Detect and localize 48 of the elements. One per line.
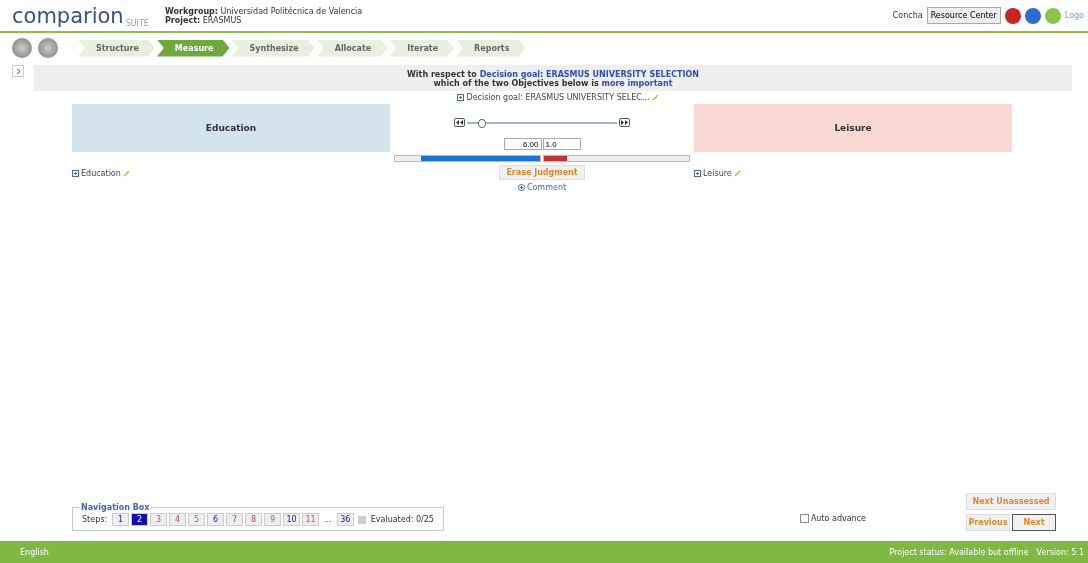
auto-advance-label: Auto advance xyxy=(810,514,866,523)
navigation-title: Navigation Box xyxy=(80,503,151,512)
step-button[interactable]: 11 xyxy=(302,513,320,526)
resource-center-button[interactable]: Resource Center xyxy=(926,7,1001,24)
right-value-field[interactable]: 1.0 xyxy=(542,138,581,150)
expand-icon[interactable] xyxy=(457,94,465,101)
education-link[interactable]: Education xyxy=(81,168,121,178)
workflow-tab[interactable]: Reports xyxy=(456,39,526,57)
rewind-button[interactable] xyxy=(454,118,465,127)
evaluated-count: Evaluated: 0/25 xyxy=(370,515,434,524)
step-button[interactable]: 5 xyxy=(188,513,206,526)
project-status: Project status: Available but offline xyxy=(889,547,1029,557)
expand-icon[interactable] xyxy=(72,169,79,177)
step-button[interactable]: 36 xyxy=(336,513,354,526)
step-button[interactable]: 10 xyxy=(283,513,301,526)
slider-thumb[interactable] xyxy=(478,118,486,128)
step-button[interactable]: 3 xyxy=(150,513,168,526)
logout-link[interactable]: Logo xyxy=(1064,11,1084,20)
comment-link[interactable]: Comment xyxy=(526,183,567,192)
workgroup-text: Workgroup: Universidad Politécnica de Valencia xyxy=(164,6,363,16)
workflow-tab[interactable]: Measure xyxy=(156,39,230,57)
expand-icon[interactable] xyxy=(694,169,701,177)
goal-link[interactable]: Decision goal: ERASMUS UNIVERSITY SELEC... xyxy=(466,93,650,102)
step-button[interactable]: 4 xyxy=(169,513,187,526)
workflow-tab[interactable]: Iterate xyxy=(389,39,455,57)
right-objective-card[interactable]: Leisure xyxy=(694,104,1012,152)
project-text: Project: ERASMUS xyxy=(164,15,243,25)
left-objective-card[interactable]: Education xyxy=(72,104,390,152)
auto-advance-checkbox[interactable] xyxy=(799,514,809,523)
step-button[interactable]: 6 xyxy=(207,513,225,526)
leisure-link[interactable]: Leisure xyxy=(703,168,732,178)
step-button[interactable]: 2 xyxy=(131,513,149,526)
user-name: Concha xyxy=(892,11,923,20)
workflow-tab[interactable]: Structure xyxy=(78,39,155,57)
workflow-tab[interactable]: Allocate xyxy=(316,39,388,57)
left-value-field[interactable]: 6.00 xyxy=(503,138,542,150)
language-text: English xyxy=(20,547,49,557)
add-icon[interactable] xyxy=(517,184,525,191)
version-text: Version: 5.1 xyxy=(1036,547,1084,557)
step-button[interactable]: 7 xyxy=(226,513,244,526)
forward-button[interactable] xyxy=(619,118,630,127)
ellipsis: ... xyxy=(324,515,332,524)
steps-label: Steps: xyxy=(82,515,108,524)
step-button[interactable]: 8 xyxy=(245,513,263,526)
question-text: With respect to Decision goal: ERASMUS UNIVERSITY SELECTION which of the two Objectives below is more important xyxy=(34,65,1072,91)
step-button[interactable]: 9 xyxy=(264,513,282,526)
step-button[interactable]: 1 xyxy=(112,513,130,526)
workflow-tab[interactable]: Synthesize xyxy=(231,39,315,57)
